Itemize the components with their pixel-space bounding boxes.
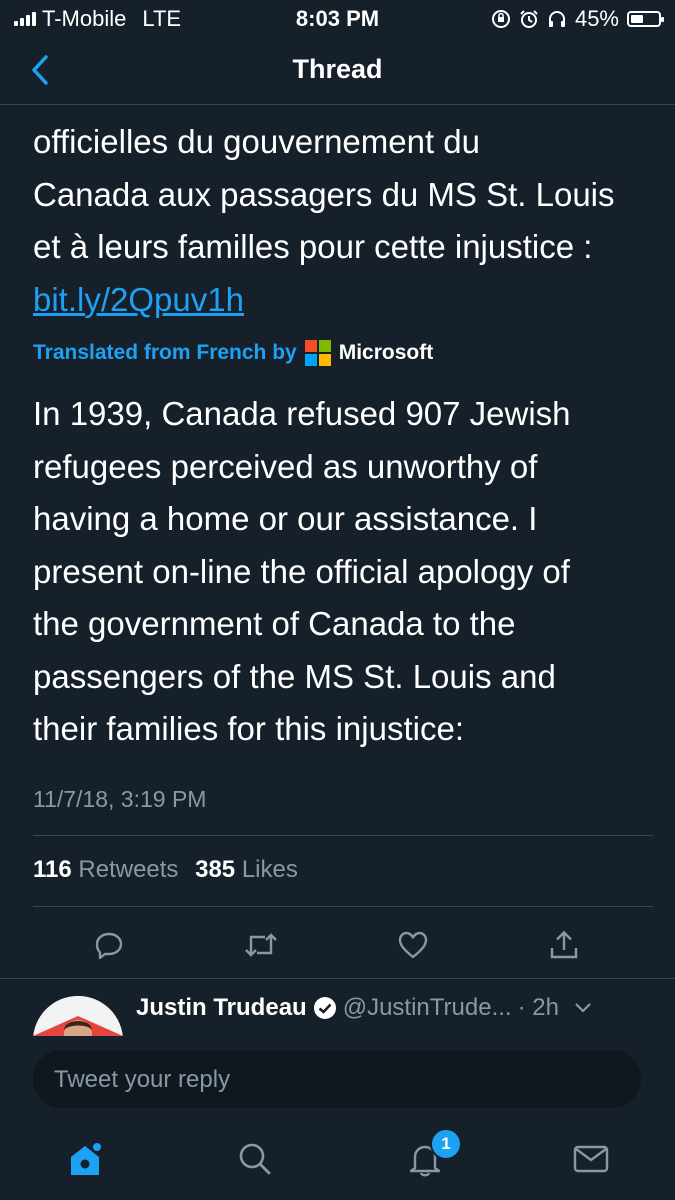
status-bar: T-Mobile LTE 8:03 PM 45% [0, 0, 675, 36]
divider [0, 978, 675, 979]
likes-stat[interactable]: 385 Likes [195, 856, 298, 883]
tweet-line: In 1939, Canada refused 907 Jewish [33, 395, 571, 432]
status-right: 45% [491, 6, 664, 32]
tweet-timestamp: 11/7/18, 3:19 PM [33, 786, 207, 812]
battery-percent: 45% [574, 6, 619, 31]
battery-fill [631, 15, 643, 23]
divider [33, 906, 653, 907]
reply-button[interactable] [84, 920, 134, 970]
tweet-translation-text: In 1939, Canada refused 907 Jewish refug… [33, 388, 653, 756]
tab-home[interactable] [60, 1134, 110, 1184]
tweet-link[interactable]: bit.ly/2Qpuv1h [33, 281, 244, 318]
reply-author-handle: @JustinTrude... [342, 994, 512, 1021]
tweet-line: et à leurs familles pour cette injustice… [33, 228, 593, 265]
retweet-button[interactable] [236, 920, 286, 970]
tweet-actions [0, 920, 675, 970]
battery-icon [627, 11, 664, 27]
retweet-icon [245, 933, 277, 957]
retweets-label: Retweets [78, 856, 179, 883]
tweet-line: refugees perceived as unworthy of [33, 447, 538, 485]
reply-icon [95, 932, 123, 960]
chevron-down-icon[interactable] [573, 1001, 593, 1015]
likes-label: Likes [241, 856, 298, 883]
alarm-icon [520, 10, 538, 28]
rotation-lock-icon [491, 10, 510, 28]
retweets-count: 116 [33, 856, 72, 883]
tweet-line: officielles du gouvernement du [33, 123, 481, 160]
notification-badge: 1 [430, 1128, 462, 1160]
microsoft-logo-icon [304, 340, 331, 366]
tweet-line: the government of Canada to the [33, 605, 516, 642]
likes-count: 385 [195, 856, 236, 883]
messages-icon [573, 1145, 609, 1173]
thread-header: Thread [0, 40, 675, 105]
translated-label: Translated from French by [33, 341, 297, 364]
tweet-line: passengers of the MS St. Louis and [33, 657, 556, 695]
tweet-line: Canada aux passagers du MS St. Louis [33, 175, 615, 213]
tweet-original-text: officielles du gouvernement du Canada au… [33, 116, 653, 326]
retweets-stat[interactable]: 116 Retweets [33, 856, 178, 883]
tweet-stats: 116 Retweets 385 Likes [33, 856, 298, 884]
reply-compose-field[interactable] [33, 1050, 641, 1109]
like-icon [398, 931, 428, 959]
reply-input[interactable] [34, 1051, 616, 1109]
share-icon [550, 930, 578, 959]
home-icon [71, 1141, 103, 1175]
reply-author-name[interactable]: Justin Trudeau [136, 994, 307, 1022]
translator-name: Microsoft [338, 341, 434, 364]
tab-search[interactable] [230, 1134, 280, 1184]
reply-time: · 2h [517, 994, 559, 1021]
headphones-icon [548, 11, 565, 27]
tweet-line: having a home or our assistance. I [33, 500, 538, 537]
page-title: Thread [292, 54, 383, 84]
like-button[interactable] [388, 920, 438, 970]
verified-badge-icon [313, 997, 336, 1019]
divider [33, 835, 653, 836]
tab-messages[interactable] [566, 1134, 616, 1184]
reply-header: Justin Trudeau @JustinTrude... · 2h [136, 994, 593, 1022]
tweet-line: present on-line the official apology of [33, 552, 570, 590]
search-icon [239, 1143, 271, 1175]
translation-attribution[interactable]: Translated from French by Microsoft [33, 340, 433, 366]
tweet-line: their families for this injustice: [33, 710, 464, 747]
share-button[interactable] [539, 920, 589, 970]
